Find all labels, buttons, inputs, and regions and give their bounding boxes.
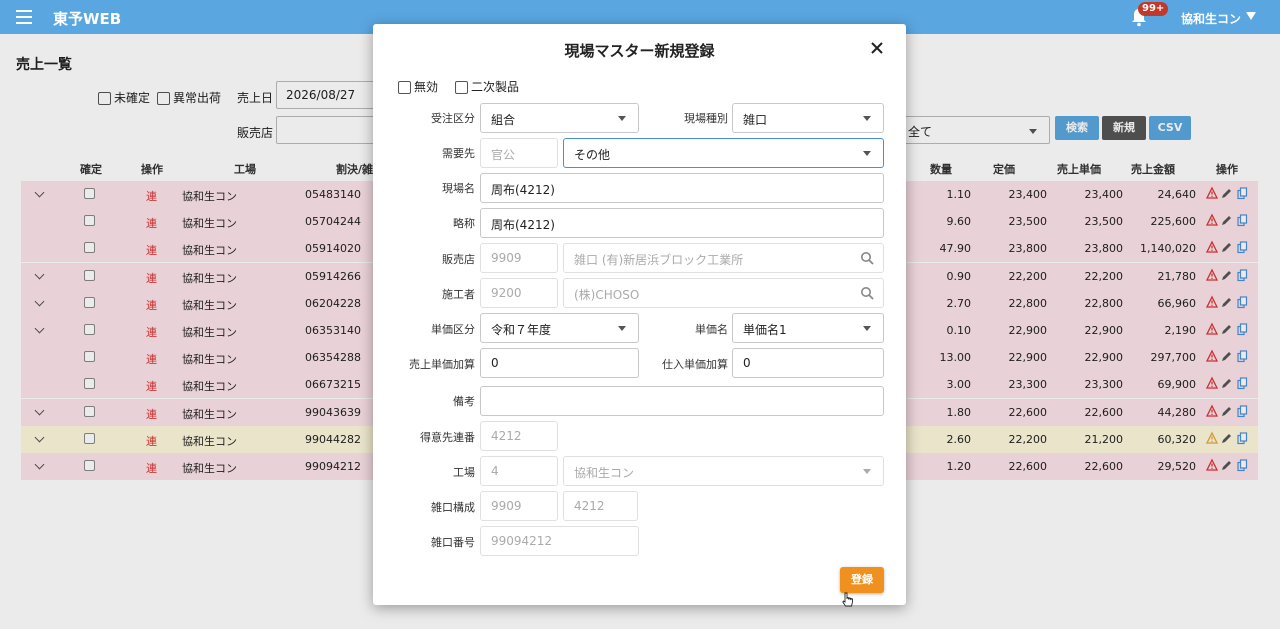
contractor-code-field: 9200 xyxy=(480,278,558,308)
sales-add-input[interactable]: 0 xyxy=(480,348,639,378)
secondary-product-checkbox-group[interactable]: 二次製品 xyxy=(455,78,519,95)
search-icon[interactable] xyxy=(860,251,874,265)
app-title: 東予WEB xyxy=(53,10,122,28)
order-type-label: 受注区分 xyxy=(431,112,475,125)
contractor-name-field[interactable]: (株)CHOSO xyxy=(563,278,884,308)
price-name-label: 単価名 xyxy=(695,323,728,336)
invalid-checkbox[interactable] xyxy=(398,81,411,94)
dealer-name-value: 雑口 (有)新居浜ブロック工業所 xyxy=(574,253,744,267)
menu-icon[interactable] xyxy=(16,10,32,24)
price-name-value: 単価名1 xyxy=(743,323,787,337)
site-type-select[interactable]: 雑口 xyxy=(732,103,884,133)
dealer-label: 販売店 xyxy=(442,253,475,266)
remarks-label: 備考 xyxy=(453,395,475,408)
invalid-label: 無効 xyxy=(414,80,439,94)
price-name-select[interactable]: 単価名1 xyxy=(732,313,884,343)
sales-add-label: 売上単価加算 xyxy=(409,358,475,371)
factory-name-value: 協和生コン xyxy=(574,466,635,480)
misc-config-b-field: 4212 xyxy=(563,491,638,521)
notification-badge: 99+ xyxy=(1138,2,1169,16)
invalid-checkbox-group[interactable]: 無効 xyxy=(398,78,438,95)
chevron-down-icon xyxy=(863,469,871,474)
register-button[interactable]: 登録 xyxy=(840,567,884,593)
factory-label: 工場 xyxy=(453,466,475,479)
contractor-label: 施工者 xyxy=(442,288,475,301)
order-type-select[interactable]: 組合 xyxy=(480,103,639,133)
customer-serial-field: 4212 xyxy=(480,421,558,451)
site-type-label: 現場種別 xyxy=(684,112,728,125)
misc-number-field: 99094212 xyxy=(480,526,639,556)
demand-value: その他 xyxy=(574,148,611,162)
short-name-label: 略称 xyxy=(453,217,475,230)
site-name-label: 現場名 xyxy=(442,182,475,195)
mouse-cursor-icon xyxy=(842,592,853,607)
close-icon[interactable] xyxy=(870,41,884,55)
price-class-select[interactable]: 令和７年度 xyxy=(480,313,639,343)
price-class-value: 令和７年度 xyxy=(491,323,552,337)
purchase-add-input[interactable]: 0 xyxy=(732,348,884,378)
remarks-input[interactable] xyxy=(480,386,884,416)
secondary-product-checkbox[interactable] xyxy=(455,81,468,94)
dialog-title: 現場マスター新規登録 xyxy=(564,42,715,60)
order-type-value: 組合 xyxy=(491,113,516,127)
price-class-label: 単価区分 xyxy=(431,323,475,336)
site-type-value: 雑口 xyxy=(743,113,768,127)
demand-label: 需要先 xyxy=(442,147,475,160)
site-master-dialog: 現場マスター新規登録 無効 二次製品 受注区分 組合 現場種別 雑口 需要先 官… xyxy=(373,24,906,605)
demand-code-field: 官公 xyxy=(480,138,558,168)
chevron-down-icon xyxy=(618,326,626,331)
misc-number-label: 雑口番号 xyxy=(431,536,475,549)
customer-serial-label: 得意先連番 xyxy=(420,431,475,444)
user-menu-caret-icon[interactable] xyxy=(1246,12,1256,20)
chevron-down-icon xyxy=(863,116,871,121)
dealer-name-field[interactable]: 雑口 (有)新居浜ブロック工業所 xyxy=(563,243,884,273)
short-name-input[interactable]: 周布(4212) xyxy=(480,208,884,238)
misc-config-a-field: 9909 xyxy=(480,491,558,521)
chevron-down-icon xyxy=(618,116,626,121)
user-name[interactable]: 協和生コン xyxy=(1181,10,1241,27)
dealer-code-field: 9909 xyxy=(480,243,558,273)
secondary-product-label: 二次製品 xyxy=(471,80,520,94)
search-icon[interactable] xyxy=(860,286,874,300)
chevron-down-icon xyxy=(863,151,871,156)
demand-select[interactable]: その他 xyxy=(563,138,884,168)
chevron-down-icon xyxy=(863,326,871,331)
site-name-input[interactable]: 周布(4212) xyxy=(480,173,884,203)
factory-select: 協和生コン xyxy=(563,456,884,486)
contractor-name-value: (株)CHOSO xyxy=(574,288,640,302)
purchase-add-label: 仕入単価加算 xyxy=(662,358,728,371)
factory-code-field: 4 xyxy=(480,456,558,486)
misc-config-label: 雑口構成 xyxy=(431,501,475,514)
